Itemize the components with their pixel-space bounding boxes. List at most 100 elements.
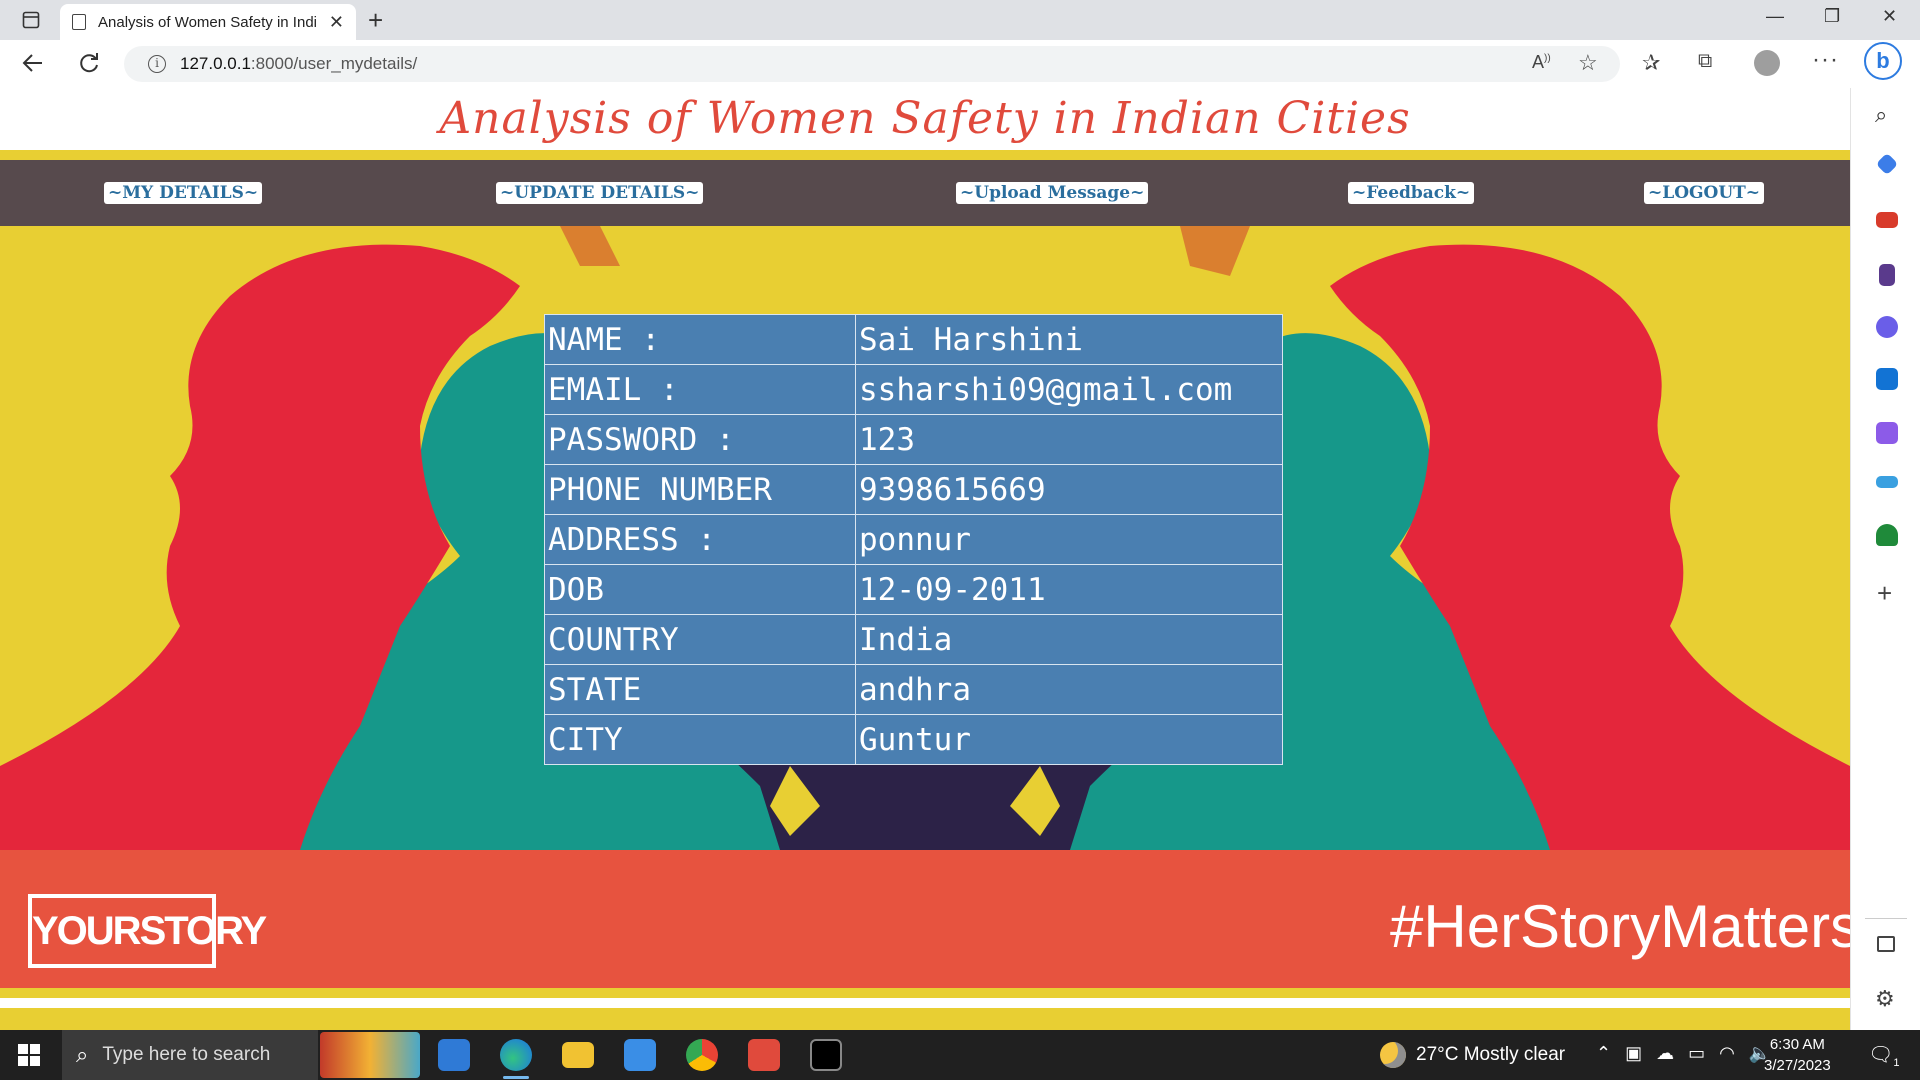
detail-label: STATE xyxy=(544,664,856,715)
restore-button[interactable]: ❐ xyxy=(1824,6,1840,27)
detail-value: India xyxy=(855,614,1283,665)
tab-close-icon[interactable]: ✕ xyxy=(329,12,344,33)
battery-icon[interactable]: ▭ xyxy=(1688,1043,1705,1064)
terminal-icon[interactable] xyxy=(810,1039,842,1071)
minimize-button[interactable]: — xyxy=(1766,6,1784,27)
new-tab-button[interactable]: + xyxy=(368,6,383,34)
file-explorer-icon[interactable] xyxy=(562,1042,594,1068)
tab-title: Analysis of Women Safety in Indi xyxy=(98,13,317,31)
user-details-table: NAME : Sai Harshini EMAIL : ssharshi09@gma… xyxy=(544,314,1283,765)
detail-value: ssharshi09@gmail.com xyxy=(855,364,1283,415)
read-aloud-icon[interactable]: A)) xyxy=(1532,52,1551,73)
games-icon[interactable] xyxy=(1879,264,1895,286)
navigation-bar: i 127.0.0.1:8000/user_mydetails/ A)) ☆ ✰… xyxy=(0,40,1920,89)
weather-widget[interactable]: 27°C Mostly clear xyxy=(1380,1042,1565,1068)
hide-sidebar-icon[interactable] xyxy=(1877,936,1895,952)
search-icon: ⌕ xyxy=(76,1042,89,1067)
windows-logo-icon xyxy=(30,1044,40,1054)
microsoft-365-icon[interactable] xyxy=(1876,316,1898,338)
onedrive-cloud-icon[interactable]: ☁ xyxy=(1656,1043,1674,1064)
tab-actions-button[interactable] xyxy=(14,8,48,32)
profile-avatar[interactable] xyxy=(1754,50,1780,76)
weather-text: 27°C Mostly clear xyxy=(1416,1044,1566,1065)
page-viewport: YOURSTORY #HerStoryMatters Analysis of W… xyxy=(0,88,1850,1030)
menu-update-details[interactable]: ~UPDATE DETAILS~ xyxy=(496,182,704,204)
ppt-app-icon[interactable] xyxy=(748,1039,780,1071)
detail-value: 9398615669 xyxy=(855,464,1283,515)
clock-time: 6:30 AM xyxy=(1769,1036,1825,1053)
search-highlight-image[interactable] xyxy=(320,1032,420,1078)
hashtag-text: #HerStoryMatters xyxy=(1390,893,1850,960)
windows-logo-icon xyxy=(18,1056,28,1066)
detail-value: Sai Harshini xyxy=(855,314,1283,365)
back-arrow-icon xyxy=(22,54,42,72)
main-menu: ~MY DETAILS~ ~UPDATE DETAILS~ ~Upload Me… xyxy=(0,160,1850,226)
meet-now-icon[interactable]: ▣ xyxy=(1625,1043,1642,1064)
menu-upload-message[interactable]: ~Upload Message~ xyxy=(956,182,1149,204)
weather-moon-icon xyxy=(1380,1042,1406,1068)
table-row: STATE andhra xyxy=(544,664,1283,715)
tab-actions-icon xyxy=(22,11,40,29)
detail-label: ADDRESS : xyxy=(544,514,856,565)
drop-icon[interactable] xyxy=(1876,422,1898,444)
notification-center-icon[interactable]: 🗨1 xyxy=(1868,1042,1900,1069)
taskbar-search[interactable]: ⌕ Type here to search xyxy=(62,1030,318,1080)
detail-label: COUNTRY xyxy=(544,614,856,665)
detail-value: andhra xyxy=(855,664,1283,715)
taskbar: ⌕ Type here to search 27°C Mostly clear … xyxy=(0,1030,1920,1080)
bing-chat-icon[interactable]: b xyxy=(1864,42,1902,80)
taskbar-clock[interactable]: 6:30 AM 3/27/2023 xyxy=(1764,1034,1831,1076)
add-favorite-icon[interactable]: ☆ xyxy=(1578,50,1598,76)
chrome-icon[interactable] xyxy=(686,1039,718,1071)
detail-value: 123 xyxy=(855,414,1283,465)
address-bar[interactable]: i 127.0.0.1:8000/user_mydetails/ xyxy=(124,46,1620,82)
menu-my-details[interactable]: ~MY DETAILS~ xyxy=(104,182,263,204)
active-app-indicator xyxy=(503,1076,529,1079)
tab-strip: Analysis of Women Safety in Indi ✕ + — ❐… xyxy=(0,0,1920,40)
sidebar-divider xyxy=(1865,918,1907,919)
detail-label: PASSWORD : xyxy=(544,414,856,465)
table-row: NAME : Sai Harshini xyxy=(544,314,1283,365)
window-close-button[interactable]: ✕ xyxy=(1882,6,1897,27)
collections-icon[interactable]: ⧉ xyxy=(1698,50,1712,73)
mail-app-icon[interactable] xyxy=(438,1039,470,1071)
send-icon[interactable] xyxy=(1876,476,1898,488)
menu-feedback[interactable]: ~Feedback~ xyxy=(1348,182,1475,204)
page-icon xyxy=(72,14,86,30)
notification-count: 1 xyxy=(1893,1057,1900,1069)
detail-label: NAME : xyxy=(544,314,856,365)
windows-start-button[interactable] xyxy=(18,1044,40,1066)
table-row: DOB 12-09-2011 xyxy=(544,564,1283,615)
url-text[interactable]: 127.0.0.1:8000/user_mydetails/ xyxy=(180,54,417,74)
back-button[interactable] xyxy=(20,50,46,83)
site-info-icon[interactable]: i xyxy=(148,55,166,73)
site-header: Analysis of Women Safety in Indian Citie… xyxy=(0,88,1850,150)
tools-icon[interactable] xyxy=(1876,212,1898,228)
refresh-button[interactable] xyxy=(76,50,102,83)
search-icon[interactable]: ⌕ xyxy=(1875,102,1887,128)
menu-logout[interactable]: ~LOGOUT~ xyxy=(1644,182,1765,204)
windows-logo-icon xyxy=(18,1044,28,1054)
wifi-icon[interactable]: ◠ xyxy=(1719,1043,1735,1064)
shopping-tag-icon[interactable] xyxy=(1875,152,1899,176)
detail-value: Guntur xyxy=(855,714,1283,765)
windows-logo-icon xyxy=(30,1056,40,1066)
sidebar-settings-icon[interactable]: ⚙ xyxy=(1875,986,1895,1012)
tree-icon[interactable] xyxy=(1876,524,1898,546)
show-hidden-icons-icon[interactable]: ⌃ xyxy=(1596,1043,1611,1064)
clock-date: 3/27/2023 xyxy=(1764,1057,1831,1074)
browser-tab[interactable]: Analysis of Women Safety in Indi ✕ xyxy=(60,4,356,40)
add-sidebar-item-icon[interactable]: + xyxy=(1877,578,1892,609)
edge-browser-icon[interactable] xyxy=(500,1039,532,1071)
favorites-icon[interactable]: ✰ xyxy=(1642,50,1660,76)
microsoft-store-icon[interactable] xyxy=(624,1039,656,1071)
refresh-icon xyxy=(80,53,98,73)
detail-label: PHONE NUMBER xyxy=(544,464,856,515)
outlook-icon[interactable] xyxy=(1876,368,1898,390)
more-options-icon[interactable]: ··· xyxy=(1812,46,1839,74)
search-placeholder: Type here to search xyxy=(102,1044,271,1065)
edge-sidebar: ⌕ + ⚙ xyxy=(1850,88,1920,1030)
table-row: EMAIL : ssharshi09@gmail.com xyxy=(544,364,1283,415)
table-row: PHONE NUMBER 9398615669 xyxy=(544,464,1283,515)
detail-label: CITY xyxy=(544,714,856,765)
